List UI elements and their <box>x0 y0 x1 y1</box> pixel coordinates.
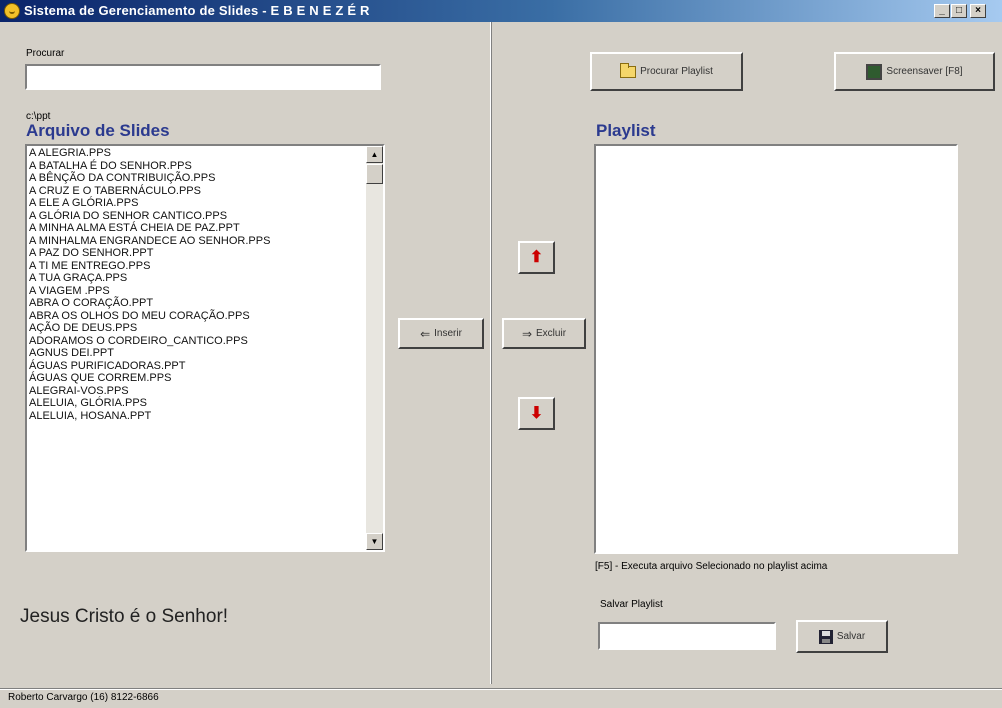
arrow-left-icon: ⇐ <box>420 326 431 341</box>
move-up-button[interactable]: ⬆ <box>518 241 555 274</box>
file-list-item[interactable]: ADORAMOS O CORDEIRO_CANTICO.PPS <box>27 335 383 348</box>
file-list-item[interactable]: ALELUIA, HOSANA.PPT <box>27 410 383 423</box>
floppy-disk-icon <box>818 629 833 644</box>
title-bar: Sistema de Gerenciamento de Slides - E B… <box>0 0 1002 22</box>
file-list-item[interactable]: AGNUS DEI.PPT <box>27 347 383 360</box>
files-listbox[interactable]: A ALEGRIA.PPS A BATALHA É DO SENHOR.PPS A … <box>25 144 385 552</box>
delete-label: Excluir <box>536 328 567 339</box>
file-list-item[interactable]: ABRA O CORAÇÃO.PPT <box>27 297 383 310</box>
file-list-item[interactable]: A PAZ DO SENHOR.PPT <box>27 247 383 260</box>
insert-button[interactable]: ⇐ Inserir <box>398 318 484 349</box>
move-down-button[interactable]: ⬇ <box>518 397 555 430</box>
maximize-button[interactable]: □ <box>951 4 967 18</box>
app-icon <box>4 3 20 19</box>
save-playlist-label: Salvar Playlist <box>600 599 663 610</box>
file-list-item[interactable]: A TUA GRAÇA.PPS <box>27 272 383 285</box>
window-title: Sistema de Gerenciamento de Slides - E B… <box>24 3 370 18</box>
file-list-item[interactable]: A MINHA ALMA ESTÁ CHEIA DE PAZ.PPT <box>27 222 383 235</box>
search-input[interactable] <box>25 64 381 90</box>
search-label: Procurar <box>26 48 65 59</box>
scroll-down-button[interactable]: ▼ <box>366 533 383 550</box>
file-list-item[interactable]: A ALEGRIA.PPS <box>27 147 383 160</box>
screensaver-label: Screensaver [F8] <box>886 66 963 77</box>
file-list-item[interactable]: A BÊNÇÃO DA CONTRIBUIÇÃO.PPS <box>27 172 383 185</box>
monitor-icon <box>866 63 883 80</box>
file-list-item[interactable]: A VIAGEM .PPS <box>27 285 383 298</box>
screensaver-button[interactable]: Screensaver [F8] <box>834 52 995 91</box>
scroll-thumb[interactable] <box>366 164 383 184</box>
save-playlist-input[interactable] <box>598 622 776 650</box>
save-button[interactable]: Salvar <box>796 620 888 653</box>
files-heading: Arquivo de Slides <box>26 121 170 140</box>
search-playlist-label: Procurar Playlist <box>640 66 713 77</box>
minimize-button[interactable]: _ <box>934 4 950 18</box>
file-list-item[interactable]: A TI ME ENTREGO.PPS <box>27 260 383 273</box>
file-list-item[interactable]: AÇÃO DE DEUS.PPS <box>27 322 383 335</box>
file-list-item[interactable]: A BATALHA É DO SENHOR.PPS <box>27 160 383 173</box>
file-list-item[interactable]: ÁGUAS PURIFICADORAS.PPT <box>27 360 383 373</box>
file-list-item[interactable]: ÁGUAS QUE CORREM.PPS <box>27 372 383 385</box>
playlist-listbox[interactable] <box>594 144 958 554</box>
file-list-item[interactable]: A ELE A GLÓRIA.PPS <box>27 197 383 210</box>
files-scrollbar[interactable]: ▲ ▼ <box>366 146 383 550</box>
arrow-right-icon: ⇒ <box>521 326 533 341</box>
delete-button[interactable]: ⇒ Excluir <box>502 318 586 349</box>
playlist-heading: Playlist <box>596 121 656 140</box>
file-list-item[interactable]: ALEGRAI-VOS.PPS <box>27 385 383 398</box>
file-list: A ALEGRIA.PPS A BATALHA É DO SENHOR.PPS A … <box>27 146 383 422</box>
file-list-item[interactable]: ALELUIA, GLÓRIA.PPS <box>27 397 383 410</box>
slogan-text: Jesus Cristo é o Senhor! <box>20 606 229 627</box>
status-bar: Roberto Carvargo (16) 8122-6866 <box>0 688 1002 708</box>
insert-label: Inserir <box>434 328 462 339</box>
close-button[interactable]: × <box>970 4 986 18</box>
folder-icon <box>620 62 637 78</box>
scroll-up-button[interactable]: ▲ <box>366 146 383 163</box>
status-text: Roberto Carvargo (16) 8122-6866 <box>8 692 159 703</box>
save-button-label: Salvar <box>836 631 866 642</box>
playlist-hint: [F5] - Executa arquivo Selecionado no pl… <box>595 561 828 572</box>
file-list-item[interactable]: ABRA OS OLHOS DO MEU CORAÇÃO.PPS <box>27 310 383 323</box>
file-list-item[interactable]: A MINHALMA ENGRANDECE AO SENHOR.PPS <box>27 235 383 248</box>
red-down-arrow-icon: ⬇ <box>529 404 544 422</box>
search-playlist-button[interactable]: Procurar Playlist <box>590 52 743 91</box>
red-up-arrow-icon: ⬆ <box>529 248 544 266</box>
file-list-item[interactable]: A GLÓRIA DO SENHOR CANTICO.PPS <box>27 210 383 223</box>
file-list-item[interactable]: A CRUZ E O TABERNÁCULO.PPS <box>27 185 383 198</box>
